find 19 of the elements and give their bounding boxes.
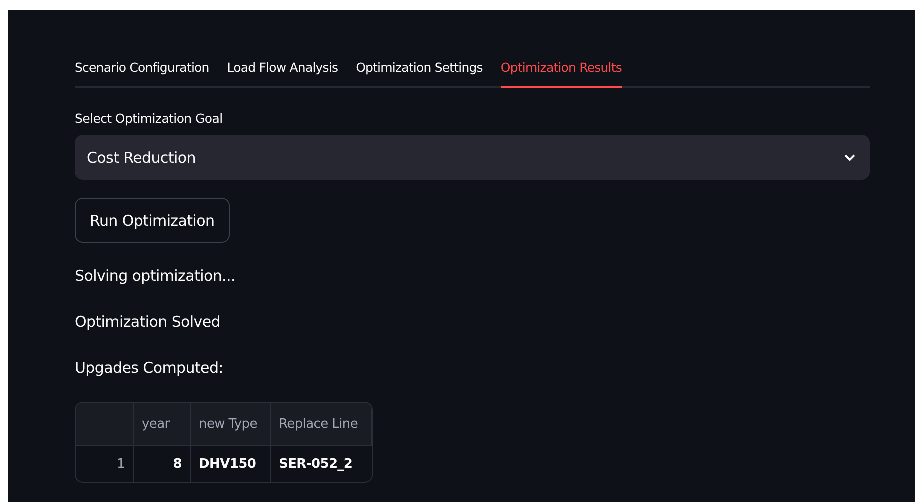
status-message: Upgades Computed: <box>75 358 224 379</box>
table-cell: DHV150 <box>191 446 271 482</box>
chevron-down-icon <box>844 154 856 162</box>
run-button[interactable]: Run Optimization <box>75 198 230 243</box>
select-value: Cost Reduction <box>87 148 196 166</box>
status-message: Optimization Solved <box>75 312 222 333</box>
tab[interactable]: Load Flow Analysis <box>227 60 338 88</box>
header-cell: new Type <box>191 403 271 446</box>
tab[interactable]: Optimization Results <box>500 60 622 88</box>
status-message: Solving optimization... <box>75 266 236 287</box>
row-index: 1 <box>76 446 134 482</box>
header-cell: Replace Line <box>271 403 372 446</box>
goal-select[interactable]: Cost Reduction <box>75 135 870 180</box>
tab[interactable]: Optimization Settings <box>356 60 483 88</box>
table-cell-text: SER-052_2 <box>278 456 354 474</box>
select-label: Select Optimization Goal <box>75 111 224 126</box>
table-cell: 8 <box>134 446 191 482</box>
tab[interactable]: Scenario Configuration <box>75 60 210 88</box>
header-cell: year <box>134 403 191 446</box>
